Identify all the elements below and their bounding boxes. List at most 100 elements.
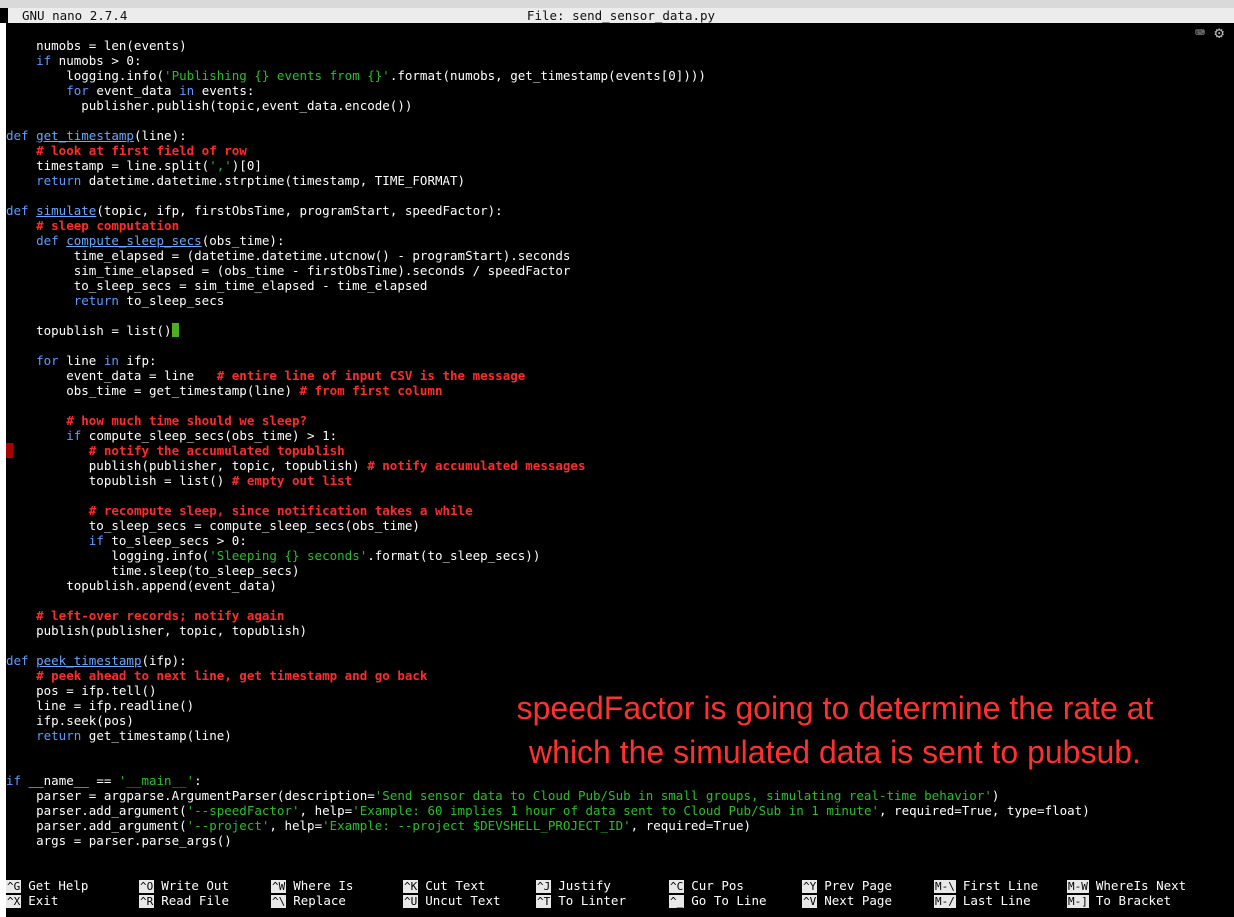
shortcut-key: ^O (139, 880, 155, 893)
code-line[interactable]: # notify the accumulated topublish (6, 443, 1234, 458)
code-line[interactable] (6, 188, 1234, 203)
code-token: , required=True) (630, 818, 752, 833)
code-line[interactable]: parser = argparse.ArgumentParser(descrip… (6, 788, 1234, 803)
code-line[interactable]: time_elapsed = (datetime.datetime.utcnow… (6, 248, 1234, 263)
code-line[interactable]: # how much time should we sleep? (6, 413, 1234, 428)
code-line[interactable]: def get_timestamp(line): (6, 128, 1234, 143)
code-line[interactable]: to_sleep_secs = compute_sleep_secs(obs_t… (6, 518, 1234, 533)
shortcut-cut-text[interactable]: ^K Cut Text (403, 878, 485, 893)
code-line[interactable]: # look at first field of row (6, 143, 1234, 158)
code-line[interactable]: def simulate(topic, ifp, firstObsTime, p… (6, 203, 1234, 218)
code-line[interactable]: parser.add_argument('--speedFactor', hel… (6, 803, 1234, 818)
code-line[interactable]: if numobs > 0: (6, 53, 1234, 68)
shortcut-label: Prev Page (824, 878, 892, 893)
code-line[interactable]: timestamp = line.split(',')[0] (6, 158, 1234, 173)
code-line[interactable]: sim_time_elapsed = (obs_time - firstObsT… (6, 263, 1234, 278)
code-token: if (66, 428, 82, 443)
shortcut-first-line[interactable]: M-\ First Line (934, 878, 1038, 893)
code-line[interactable] (6, 308, 1234, 323)
shortcut-label: Last Line (962, 893, 1031, 908)
text-cursor (171, 323, 179, 337)
code-line[interactable]: args = parser.parse_args() (6, 833, 1234, 848)
shortcut-get-help[interactable]: ^G Get Help (6, 878, 88, 893)
shortcut-prev-page[interactable]: ^Y Prev Page (802, 878, 892, 893)
code-line[interactable]: def peek_timestamp(ifp): (6, 653, 1234, 668)
shortcut-uncut-text[interactable]: ^U Uncut Text (403, 893, 501, 908)
shortcut-where-is[interactable]: ^W Where Is (271, 878, 353, 893)
code-line[interactable]: logging.info('Publishing {} events from … (6, 68, 1234, 83)
shortcut-key: M-W (1067, 880, 1089, 893)
shortcut-key: ^U (403, 895, 419, 908)
code-line[interactable]: if to_sleep_secs > 0: (6, 533, 1234, 548)
code-token: '--speedFactor' (186, 803, 300, 818)
code-line[interactable]: for line in ifp: (6, 353, 1234, 368)
code-line[interactable]: publisher.publish(topic,event_data.encod… (6, 98, 1234, 113)
code-line[interactable]: to_sleep_secs = sim_time_elapsed - time_… (6, 278, 1234, 293)
shortcut-exit[interactable]: ^X Exit (6, 893, 58, 908)
shortcut-whereis-next[interactable]: M-W WhereIs Next (1067, 878, 1186, 893)
code-line[interactable] (6, 113, 1234, 128)
code-token: to_sleep_secs > 0: (103, 533, 247, 548)
code-line[interactable] (6, 338, 1234, 353)
code-line[interactable]: for event_data in events: (6, 83, 1234, 98)
shortcut-key: ^Y (802, 880, 818, 893)
code-token: compute_sleep_secs(obs_time) > 1: (81, 428, 338, 443)
shortcut-go-to-line[interactable]: ^_ Go To Line (669, 893, 767, 908)
code-line[interactable]: topublish = list() # empty out list (6, 473, 1234, 488)
code-line[interactable] (6, 638, 1234, 653)
code-token: line = ifp.readline() (6, 698, 195, 713)
code-line[interactable]: # left-over records; notify again (6, 608, 1234, 623)
code-token: '--project' (186, 818, 270, 833)
shortcut-label: Exit (28, 893, 59, 908)
shortcut-label: Justify (558, 878, 611, 893)
code-line[interactable]: obs_time = get_timestamp(line) # from fi… (6, 383, 1234, 398)
code-line[interactable]: def compute_sleep_secs(obs_time): (6, 233, 1234, 248)
shortcut-key: ^V (802, 895, 818, 908)
code-line[interactable]: # peek ahead to next line, get timestamp… (6, 668, 1234, 683)
code-line[interactable]: topublish = list() (6, 323, 1234, 338)
code-token: topublish.append(event_data) (6, 578, 277, 593)
shortcut-read-file[interactable]: ^R Read File (139, 893, 229, 908)
shortcut-to-bracket[interactable]: M-] To Bracket (1067, 893, 1171, 908)
shortcut-cur-pos[interactable]: ^C Cur Pos (669, 878, 744, 893)
shortcut-replace[interactable]: ^\ Replace (271, 893, 346, 908)
code-line[interactable]: publish(publisher, topic, topublish) (6, 623, 1234, 638)
nano-title-bar: GNU nano 2.7.4 File: send_sensor_data.py (8, 8, 1234, 23)
code-token: event_data = line (6, 368, 217, 383)
code-token: 'Publishing {} events from {}' (164, 68, 390, 83)
code-line[interactable]: # sleep computation (6, 218, 1234, 233)
code-line[interactable] (6, 488, 1234, 503)
code-line[interactable]: logging.info('Sleeping {} seconds'.forma… (6, 548, 1234, 563)
code-line[interactable]: publish(publisher, topic, topublish) # n… (6, 458, 1234, 473)
code-token: ifp: (118, 353, 157, 368)
annotation-line-1: speedFactor is going to determine the ra… (516, 690, 1154, 726)
code-token: def (6, 203, 29, 218)
code-line[interactable]: topublish.append(event_data) (6, 578, 1234, 593)
code-line[interactable]: if compute_sleep_secs(obs_time) > 1: (6, 428, 1234, 443)
shortcut-next-page[interactable]: ^V Next Page (802, 893, 892, 908)
code-line[interactable]: parser.add_argument('--project', help='E… (6, 818, 1234, 833)
code-line[interactable]: if __name__ == '__main__': (6, 773, 1234, 788)
code-token: (topic, ifp, firstObsTime, programStart,… (96, 203, 503, 218)
code-token: # notify accumulated messages (367, 458, 586, 473)
code-line[interactable]: return to_sleep_secs (6, 293, 1234, 308)
code-line[interactable]: numobs = len(events) (6, 38, 1234, 53)
code-line[interactable] (6, 398, 1234, 413)
code-line[interactable]: time.sleep(to_sleep_secs) (6, 563, 1234, 578)
shortcut-write-out[interactable]: ^O Write Out (139, 878, 229, 893)
shortcut-justify[interactable]: ^J Justify (536, 878, 611, 893)
code-line[interactable]: event_data = line # entire line of input… (6, 368, 1234, 383)
code-line[interactable]: return datetime.datetime.strptime(timest… (6, 173, 1234, 188)
annotation-line-2: which the simulated data is sent to pubs… (529, 734, 1141, 770)
shortcut-label: Write Out (161, 878, 229, 893)
shortcut-to-linter[interactable]: ^T To Linter (536, 893, 626, 908)
line-marker (6, 443, 13, 458)
code-token: # peek ahead to next line, get timestamp… (36, 668, 428, 683)
code-token: time_elapsed = (datetime.datetime.utcnow… (6, 248, 571, 263)
shortcut-last-line[interactable]: M-/ Last Line (934, 893, 1031, 908)
code-line[interactable]: # recompute sleep, since notification ta… (6, 503, 1234, 518)
code-line[interactable] (6, 593, 1234, 608)
code-token: .format(to_sleep_secs)) (367, 548, 541, 563)
